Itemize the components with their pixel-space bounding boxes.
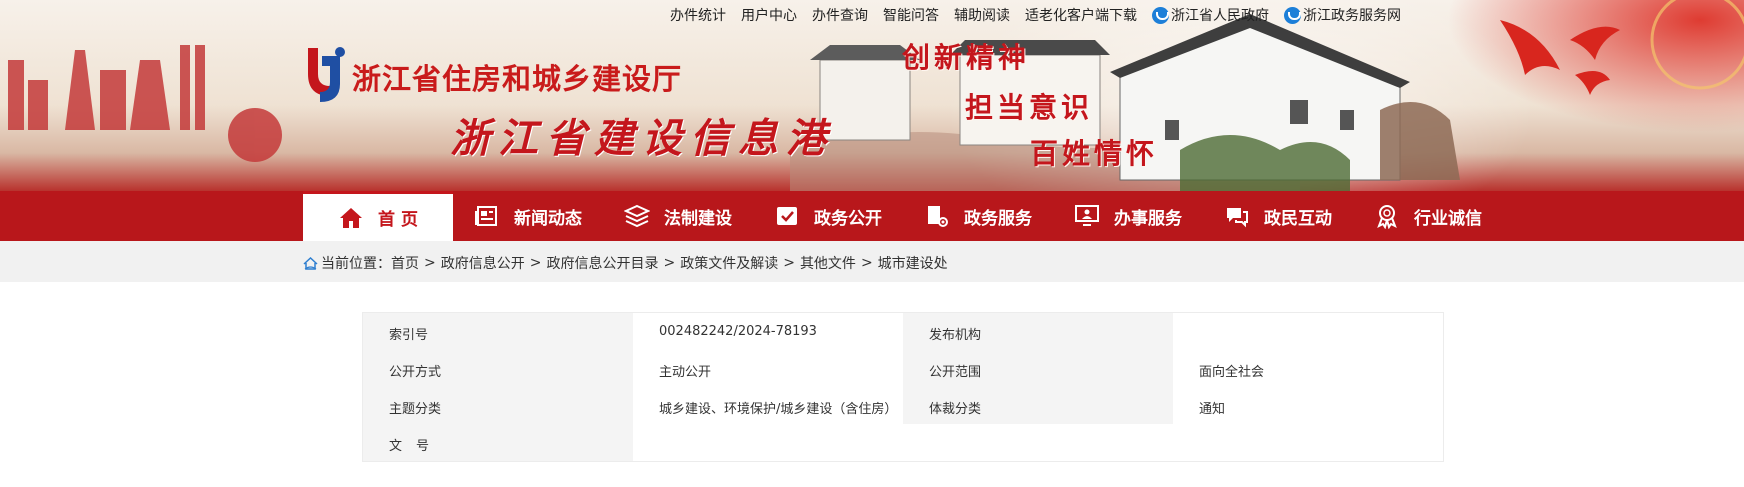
index-number-value: 002482242/2024-78193 (659, 324, 817, 339)
top-link-stats[interactable]: 办件统计 (670, 5, 726, 25)
nav-item-home[interactable]: 首 页 (303, 191, 453, 241)
slogan-1: 创新精神 (902, 41, 1031, 74)
nav-item-legal-label: 法制建设 (664, 208, 732, 229)
nav-item-gov-service-label: 政务服务 (964, 208, 1032, 229)
newspaper-icon (474, 203, 500, 229)
site-name: 浙江省建设信息港 (450, 115, 834, 162)
breadcrumb-separator: > (783, 255, 795, 271)
genre-category-value: 通知 (1199, 402, 1226, 417)
location-home-icon (303, 256, 318, 270)
nav-item-public-affairs-label: 政务公开 (814, 208, 882, 229)
gov-link-zjzwfw-label[interactable]: 浙江政务服务网 (1303, 5, 1401, 25)
breadcrumb-gov-info[interactable]: 政府信息公开 (441, 253, 525, 273)
breadcrumb-policy-docs[interactable]: 政策文件及解读 (680, 253, 778, 273)
nav-item-interaction[interactable]: 政民互动 (1203, 191, 1353, 241)
breadcrumb: 当前位置： 首页 > 政府信息公开 > 政府信息公开目录 > 政策文件及解读 >… (303, 253, 948, 273)
top-link-user-center[interactable]: 用户中心 (741, 5, 797, 25)
disclosure-scope-value: 面向全社会 (1199, 365, 1265, 380)
nav-item-interaction-label: 政民互动 (1264, 208, 1332, 229)
info-value-column: 002482242/2024-78193 主动公开 城乡建设、环境保护/城乡建设… (633, 313, 903, 461)
disclosure-scope-label: 公开范围 (929, 365, 982, 380)
breadcrumb-separator: > (663, 255, 676, 271)
monitor-person-icon (1074, 203, 1100, 229)
slogan-2: 担当意识 (965, 91, 1094, 124)
info-label-column: 索引号 公开方式 主题分类 文号 (363, 313, 633, 461)
slogan-3: 百姓情怀 (1030, 137, 1159, 170)
top-link-assist-reading[interactable]: 辅助阅读 (954, 5, 1010, 25)
topic-category-value: 城乡建设、环境保护/城乡建设（含住房） (659, 402, 898, 417)
top-utility-nav: 办件统计 用户中心 办件查询 智能问答 辅助阅读 适老化客户端下载 浙江省人民政… (670, 6, 1416, 24)
gov-link-zhejiang[interactable]: 浙江省人民政府 (1152, 5, 1269, 25)
service-gear-icon (924, 203, 950, 229)
disclosure-method-value: 主动公开 (659, 365, 712, 380)
zhejiang-gov-icon (1152, 6, 1169, 24)
layers-icon (624, 203, 650, 229)
breadcrumb-other-docs[interactable]: 其他文件 (800, 253, 856, 273)
nav-item-public-affairs[interactable]: 政务公开 (753, 191, 903, 241)
index-number-label: 索引号 (389, 328, 429, 343)
org-name: 浙江省住房和城乡建设厅 (352, 62, 683, 96)
check-board-icon (774, 203, 800, 229)
breadcrumb-prefix: 当前位置： (321, 256, 391, 272)
breadcrumb-home[interactable]: 首页 (391, 253, 419, 273)
genre-category-label: 体裁分类 (929, 402, 982, 417)
nav-item-news-label: 新闻动态 (514, 208, 582, 229)
top-link-query[interactable]: 办件查询 (812, 5, 868, 25)
nav-item-news[interactable]: 新闻动态 (453, 191, 603, 241)
publisher-label: 发布机构 (929, 328, 982, 343)
nav-item-legal[interactable]: 法制建设 (603, 191, 753, 241)
gov-link-zjzwfw[interactable]: 浙江政务服务网 (1284, 5, 1401, 25)
chat-icon (1224, 203, 1250, 229)
nav-item-home-label: 首 页 (378, 210, 418, 230)
breadcrumb-separator: > (424, 255, 436, 271)
nav-item-affairs-service[interactable]: 办事服务 (1053, 191, 1203, 241)
nav-item-affairs-service-label: 办事服务 (1114, 208, 1182, 229)
breadcrumb-bar: 当前位置： 首页 > 政府信息公开 > 政府信息公开目录 > 政策文件及解读 >… (0, 241, 1744, 282)
top-link-elderly-app[interactable]: 适老化客户端下载 (1025, 5, 1137, 25)
department-logo[interactable] (300, 44, 348, 106)
site-banner: 办件统计 用户中心 办件查询 智能问答 辅助阅读 适老化客户端下载 浙江省人民政… (0, 0, 1744, 191)
badge-icon (1374, 203, 1400, 229)
nav-item-integrity[interactable]: 行业诚信 (1353, 191, 1503, 241)
document-info-table: 索引号 公开方式 主题分类 文号 002482242/2024-78193 主动… (362, 312, 1444, 462)
disclosure-method-label: 公开方式 (389, 365, 442, 380)
info-label-column-2: 发布机构 公开范围 体裁分类 (903, 313, 1173, 424)
document-number-label: 文号 (389, 439, 444, 454)
top-link-qa[interactable]: 智能问答 (883, 5, 939, 25)
gov-link-zhejiang-label[interactable]: 浙江省人民政府 (1171, 5, 1269, 25)
nav-item-gov-service[interactable]: 政务服务 (903, 191, 1053, 241)
info-value-column-2: 面向全社会 通知 (1173, 313, 1443, 461)
breadcrumb-separator: > (860, 255, 873, 271)
breadcrumb-separator: > (529, 255, 542, 271)
nav-item-integrity-label: 行业诚信 (1414, 208, 1482, 229)
home-icon (338, 205, 364, 231)
breadcrumb-gov-info-catalog[interactable]: 政府信息公开目录 (546, 253, 658, 273)
zjzwfw-icon (1284, 6, 1301, 24)
banner-scenery (8, 0, 1744, 191)
main-nav: 首 页 新闻动态 法制建设 政务公开 政务服务 办事服务 政民互动 行业诚信 (0, 191, 1744, 241)
topic-category-label: 主题分类 (389, 402, 442, 417)
breadcrumb-urban-construction[interactable]: 城市建设处 (878, 253, 948, 273)
